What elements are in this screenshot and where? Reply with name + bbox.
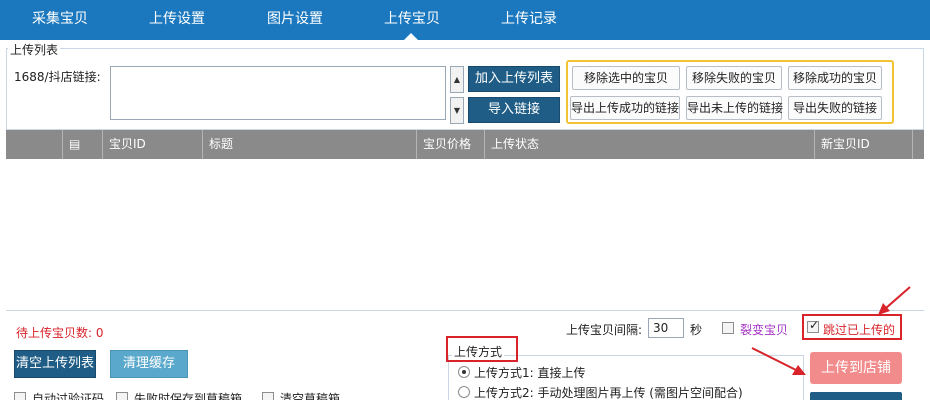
skip-uploaded-label: 跳过已上传的 bbox=[823, 323, 896, 337]
triangle-up-icon: ▲ bbox=[453, 75, 461, 84]
import-links-button[interactable]: 导入链接 bbox=[468, 97, 560, 123]
table-body[interactable] bbox=[6, 159, 924, 309]
add-to-list-button[interactable]: 加入上传列表 bbox=[468, 66, 560, 92]
active-tab-indicator bbox=[404, 33, 418, 40]
annotation-arrow-icon bbox=[878, 286, 911, 315]
clear-upload-list-button[interactable]: 清空上传列表 bbox=[14, 350, 96, 378]
upload-to-store-button[interactable]: 上传到店铺 bbox=[810, 352, 902, 384]
column-spacer bbox=[912, 130, 924, 159]
app-window: 采集宝贝 上传设置 图片设置 上传宝贝 上传记录 上传列表 1688/抖店链接:… bbox=[0, 0, 930, 400]
column-new-item-id[interactable]: 新宝贝ID bbox=[814, 130, 912, 159]
column-title[interactable]: 标题 bbox=[202, 130, 416, 159]
remove-failed-button[interactable]: 移除失败的宝贝 bbox=[686, 66, 782, 90]
remove-success-button[interactable]: 移除成功的宝贝 bbox=[788, 66, 882, 90]
spin-up-button[interactable]: ▲ bbox=[450, 66, 464, 93]
auto-captcha-checkbox[interactable] bbox=[14, 392, 26, 400]
table-header: ▤ 宝贝ID 标题 宝贝价格 上传状态 新宝贝ID bbox=[6, 130, 924, 159]
triangle-down-icon: ▼ bbox=[453, 106, 461, 115]
mode1-radio[interactable] bbox=[458, 366, 470, 378]
export-success-button[interactable]: 导出上传成功的链接 bbox=[570, 96, 680, 120]
split-label: 裂变宝贝 bbox=[740, 323, 789, 337]
clear-draft-label: 清空草稿箱 bbox=[280, 392, 341, 400]
export-not-uploaded-button[interactable]: 导出未上传的链接 bbox=[686, 96, 783, 120]
tab-collect[interactable]: 采集宝贝 bbox=[32, 0, 88, 40]
export-failed-button[interactable]: 导出失败的链接 bbox=[788, 96, 882, 120]
clear-cache-button[interactable]: 清理缓存 bbox=[110, 350, 188, 378]
mode1-label: 上传方式1: 直接上传 bbox=[474, 366, 586, 380]
interval-label: 上传宝贝间隔: bbox=[566, 323, 643, 337]
pending-count-value: 0 bbox=[95, 326, 104, 340]
pending-count-label: 待上传宝贝数: 0 bbox=[16, 324, 104, 341]
mode2-label: 上传方式2: 手动处理图片再上传 (需图片空间配合) bbox=[474, 386, 743, 400]
interval-unit: 秒 bbox=[690, 323, 703, 337]
mode2-radio[interactable] bbox=[458, 386, 470, 398]
split-checkbox[interactable] bbox=[722, 322, 734, 334]
save-draft-checkbox[interactable] bbox=[116, 392, 128, 400]
secondary-action-button[interactable] bbox=[810, 392, 902, 400]
url-label: 1688/抖店链接: bbox=[14, 70, 101, 84]
interval-input[interactable]: 30 bbox=[648, 318, 684, 338]
select-all-icon: ▤ bbox=[69, 137, 81, 151]
save-draft-label: 失败时保存到草稿箱 bbox=[134, 392, 243, 400]
tab-image-settings[interactable]: 图片设置 bbox=[267, 0, 323, 40]
url-input[interactable] bbox=[110, 66, 446, 120]
spin-down-button[interactable]: ▼ bbox=[450, 97, 464, 124]
upload-mode-title: 上传方式 bbox=[452, 343, 505, 360]
bottom-divider bbox=[6, 310, 924, 311]
pending-label-text: 待上传宝贝数: bbox=[16, 326, 93, 340]
skip-uploaded-checkbox[interactable] bbox=[807, 318, 819, 333]
tab-upload-settings[interactable]: 上传设置 bbox=[149, 0, 205, 40]
upload-arrow-icon bbox=[751, 347, 806, 375]
column-status[interactable]: 上传状态 bbox=[484, 130, 814, 159]
column-price[interactable]: 宝贝价格 bbox=[416, 130, 484, 159]
remove-selected-button[interactable]: 移除选中的宝贝 bbox=[572, 66, 680, 90]
column-item-id[interactable]: 宝贝ID bbox=[102, 130, 202, 159]
top-nav: 采集宝贝 上传设置 图片设置 上传宝贝 上传记录 bbox=[0, 0, 930, 40]
upload-list-legend: 上传列表 bbox=[8, 41, 61, 58]
tab-upload-records[interactable]: 上传记录 bbox=[501, 0, 557, 40]
auto-captcha-label: 自动过验证码 bbox=[32, 392, 105, 400]
clear-draft-checkbox[interactable] bbox=[262, 392, 274, 400]
